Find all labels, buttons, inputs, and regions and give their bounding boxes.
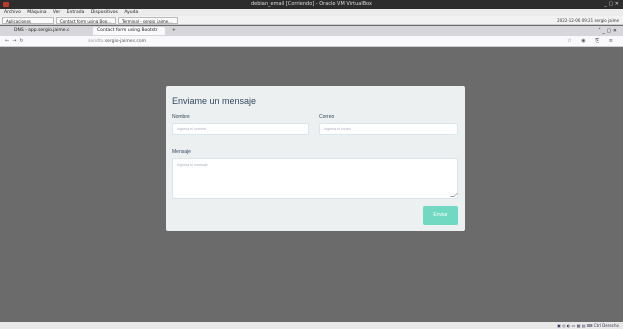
url-prefix: sendto. bbox=[88, 39, 105, 44]
tab-dns[interactable]: DNS - app.sergio.jaime.c bbox=[10, 27, 90, 35]
host-key-label: Ctrl Derecho bbox=[593, 323, 619, 328]
desktop-taskbar: Aplicaciones Contact form using Boo... T… bbox=[0, 16, 623, 25]
menu-bar: Archivo Máquina Ver Entrada Dispositivos… bbox=[0, 9, 623, 16]
name-label: Nombre bbox=[172, 114, 190, 120]
menu-ver[interactable]: Ver bbox=[53, 10, 60, 15]
window-controls[interactable]: _ ▢ ✕ bbox=[604, 0, 619, 9]
email-label: Correo bbox=[319, 114, 335, 120]
virtualbox-logo-icon bbox=[3, 2, 9, 7]
status-icons: ▣ ◎ ◐ ▭ ▦ ▤ ⌨ Ctrl Derecho bbox=[557, 323, 619, 328]
system-tray: 2022-12-06 09:21 sergio jaime bbox=[557, 16, 619, 25]
email-input[interactable]: Ingresa el correo bbox=[319, 123, 458, 135]
toolbar-icons[interactable]: ☆ ◉ ⎘ ≡ bbox=[567, 36, 617, 47]
menu-ayuda[interactable]: Ayuda bbox=[124, 10, 138, 15]
tray-user[interactable]: sergio jaime bbox=[594, 18, 619, 23]
window-title: debian_email [Corriendo] - Oracle VM Vir… bbox=[250, 1, 373, 7]
submit-button[interactable]: Enviar bbox=[423, 206, 458, 225]
menu-dispositivos[interactable]: Dispositivos bbox=[91, 10, 118, 15]
resize-grip-icon[interactable] bbox=[450, 193, 458, 197]
taskbar-app-terminal[interactable]: Terminal - sergio_jaime... bbox=[118, 17, 178, 24]
nav-buttons[interactable]: ←→↻ bbox=[5, 36, 27, 47]
tray-clock[interactable]: 2022-12-06 09:21 bbox=[557, 18, 593, 23]
message-textarea[interactable]: Ingresa tu mensaje bbox=[172, 158, 458, 199]
message-label: Mensaje bbox=[172, 149, 191, 155]
menu-archivo[interactable]: Archivo bbox=[4, 10, 21, 15]
tab-contact-form[interactable]: Contact form using Bootstr bbox=[93, 27, 165, 35]
browser-window-controls[interactable]: ˅ _ ▢ ✕ bbox=[598, 26, 617, 36]
browser-tab-bar: DNS - app.sergio.jaime.c Contact form us… bbox=[0, 26, 623, 36]
menu-entrada[interactable]: Entrada bbox=[67, 10, 85, 15]
new-tab-button[interactable]: + bbox=[168, 27, 178, 35]
url-domain: sergio-jaimes.com bbox=[104, 39, 146, 44]
name-input[interactable]: Ingresa el nombre bbox=[172, 123, 309, 135]
window-titlebar: debian_email [Corriendo] - Oracle VM Vir… bbox=[0, 0, 623, 9]
form-title: Enviame un mensaje bbox=[172, 96, 257, 106]
browser-toolbar: ←→↻ sendto.sergio-jaimes.com ☆ ◉ ⎘ ≡ bbox=[0, 36, 623, 47]
applications-menu-button[interactable]: Aplicaciones bbox=[2, 17, 54, 24]
menu-maquina[interactable]: Máquina bbox=[27, 10, 46, 15]
contact-form-card: Enviame un mensaje Nombre Ingresa el nom… bbox=[166, 86, 465, 231]
message-placeholder: Ingresa tu mensaje bbox=[177, 163, 208, 167]
vbox-status-bar: ▣ ◎ ◐ ▭ ▦ ▤ ⌨ Ctrl Derecho bbox=[0, 322, 623, 329]
url-field[interactable]: sendto.sergio-jaimes.com bbox=[88, 38, 538, 45]
taskbar-app-firefox[interactable]: Contact form using Boo... bbox=[56, 17, 116, 24]
